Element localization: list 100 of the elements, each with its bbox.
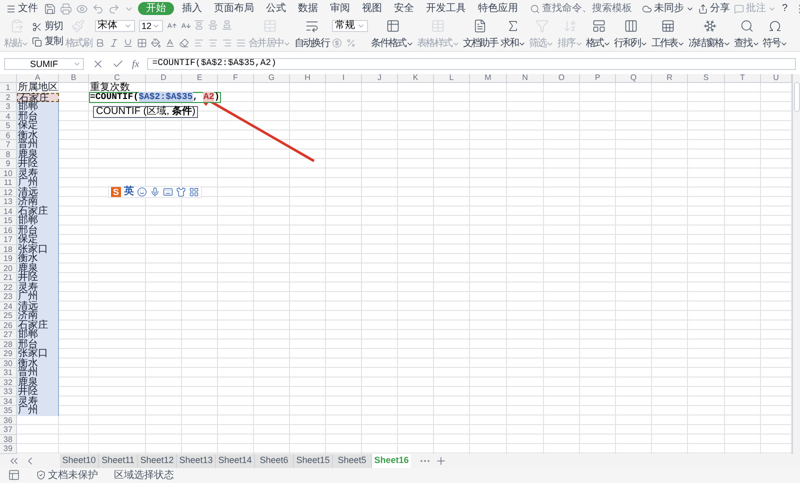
- sheet-tab[interactable]: Sheet12: [138, 454, 177, 468]
- copy-button[interactable]: 复制: [32, 36, 62, 47]
- column-header[interactable]: L: [434, 74, 470, 83]
- column-header[interactable]: J: [362, 74, 398, 83]
- bold-icon[interactable]: [94, 38, 105, 48]
- column-header[interactable]: G: [254, 74, 290, 83]
- ribbon-button[interactable]: 格式: [586, 19, 612, 49]
- ribbon-button[interactable]: 求和: [500, 19, 526, 49]
- ribbon-button[interactable]: 条件格式: [371, 19, 414, 49]
- ribbon-button[interactable]: 行和列: [614, 19, 648, 49]
- column-header[interactable]: K: [398, 74, 434, 83]
- sheet-tab[interactable]: Sheet6: [255, 454, 294, 468]
- column-header[interactable]: R: [652, 74, 688, 83]
- ribbon-button[interactable]: 自动换行: [294, 19, 330, 49]
- command-search-field[interactable]: 查找命令、搜索模板: [530, 2, 634, 14]
- column-header[interactable]: E: [182, 74, 218, 83]
- align-top-icon[interactable]: [194, 20, 204, 30]
- check-icon[interactable]: [112, 58, 124, 70]
- ribbon-button[interactable]: 符号: [762, 19, 788, 49]
- column-header[interactable]: P: [580, 74, 616, 83]
- redo-icon[interactable]: [108, 2, 120, 14]
- grid-icon[interactable]: [189, 187, 199, 197]
- save-icon[interactable]: [44, 2, 56, 14]
- decrease-font-icon[interactable]: [180, 21, 191, 31]
- column-header[interactable]: F: [218, 74, 254, 83]
- column-header[interactable]: I: [326, 74, 362, 83]
- ribbon-button[interactable]: 冻结窗格: [688, 19, 732, 49]
- column-header[interactable]: N: [507, 74, 544, 83]
- ribbon-tab[interactable]: 审阅: [326, 2, 354, 15]
- shirt-icon[interactable]: [176, 187, 186, 197]
- ribbon-tab[interactable]: 数据: [294, 2, 322, 15]
- ribbon-tab[interactable]: 安全: [390, 2, 418, 15]
- preview-icon[interactable]: [76, 2, 88, 14]
- share-button[interactable]: 分享: [698, 2, 730, 14]
- ribbon-button[interactable]: 工作表: [651, 19, 686, 49]
- align-middle-icon[interactable]: [208, 20, 218, 30]
- print-icon[interactable]: [60, 2, 72, 14]
- column-header[interactable]: U: [761, 74, 792, 83]
- cut-button[interactable]: 剪切: [32, 21, 62, 32]
- justify-icon[interactable]: [236, 38, 246, 48]
- increase-font-icon[interactable]: [166, 21, 177, 31]
- protection-status[interactable]: 文档未保护: [36, 468, 98, 483]
- sheet-tab[interactable]: Sheet10: [60, 454, 99, 468]
- currency-icon[interactable]: [332, 38, 342, 48]
- help-button[interactable]: ?: [780, 2, 790, 14]
- keyboard-icon[interactable]: [163, 187, 173, 197]
- close-icon[interactable]: [92, 58, 104, 70]
- align-left-icon[interactable]: [194, 38, 204, 48]
- font-color-icon[interactable]: [164, 38, 175, 48]
- ribbon-tab[interactable]: 插入: [178, 2, 206, 15]
- ribbon-tab[interactable]: 视图: [358, 2, 386, 15]
- emoji-icon[interactable]: [137, 187, 147, 197]
- ribbon-tab[interactable]: 页面布局: [210, 2, 258, 15]
- sync-button[interactable]: 未同步: [642, 2, 694, 14]
- sheet-tab[interactable]: Sheet13: [177, 454, 216, 468]
- align-bottom-icon[interactable]: [222, 20, 232, 30]
- microphone-icon[interactable]: [150, 187, 160, 197]
- column-header[interactable]: T: [725, 74, 761, 83]
- percent-icon[interactable]: [346, 38, 356, 48]
- function-button[interactable]: fx: [132, 56, 140, 72]
- vertical-scrollbar[interactable]: [792, 74, 800, 454]
- column-header[interactable]: C: [89, 74, 146, 83]
- font-size-field[interactable]: 12: [138, 20, 163, 32]
- column-header[interactable]: S: [688, 74, 725, 83]
- align-center-icon[interactable]: [208, 38, 218, 48]
- file-menu-button[interactable]: 文件: [4, 2, 40, 14]
- ribbon-tab[interactable]: 特色应用: [474, 2, 522, 15]
- ribbon-button[interactable]: 文档助手: [462, 19, 498, 49]
- ribbon-tab[interactable]: 开发工具: [422, 2, 470, 15]
- italic-icon[interactable]: [108, 38, 119, 48]
- sheet-tab[interactable]: Sheet11: [99, 454, 138, 468]
- align-right-icon[interactable]: [222, 38, 232, 48]
- column-header[interactable]: O: [544, 74, 580, 83]
- column-header[interactable]: Q: [616, 74, 652, 83]
- cell-editor[interactable]: =COUNTIF($A$2:$A$35, A2): [89, 92, 221, 102]
- ribbon-button[interactable]: 查找: [734, 19, 760, 49]
- border-icon[interactable]: [136, 38, 147, 48]
- column-header[interactable]: H: [290, 74, 326, 83]
- number-format-field[interactable]: 常规: [332, 20, 368, 32]
- fill-color-icon[interactable]: [150, 38, 161, 48]
- column-header[interactable]: A: [17, 74, 59, 83]
- underline-icon[interactable]: [122, 38, 133, 48]
- column-header[interactable]: B: [59, 74, 89, 83]
- sheet-tab[interactable]: Sheet15: [294, 454, 333, 468]
- input-method-logo[interactable]: S: [111, 187, 121, 197]
- undo-icon[interactable]: [92, 2, 104, 14]
- column-header[interactable]: D: [146, 74, 182, 83]
- eraser-icon[interactable]: [178, 38, 189, 48]
- sheet-tab[interactable]: Sheet14: [216, 454, 255, 468]
- sheet-tab[interactable]: Sheet16: [372, 454, 411, 468]
- formula-input[interactable]: =COUNTIF($A$2:$A$35,A2): [147, 58, 796, 70]
- input-mode-button[interactable]: 英: [124, 187, 134, 197]
- column-header[interactable]: M: [470, 74, 507, 83]
- ribbon-tab[interactable]: 公式: [262, 2, 290, 15]
- ribbon-tab[interactable]: 开始: [138, 2, 174, 15]
- name-box[interactable]: SUMIF: [4, 58, 84, 70]
- sheet-tab[interactable]: Sheet5: [333, 454, 372, 468]
- panel-icon[interactable]: [8, 469, 20, 482]
- add-sheet-icon[interactable]: [435, 454, 447, 466]
- font-name-field[interactable]: 宋体: [94, 20, 135, 32]
